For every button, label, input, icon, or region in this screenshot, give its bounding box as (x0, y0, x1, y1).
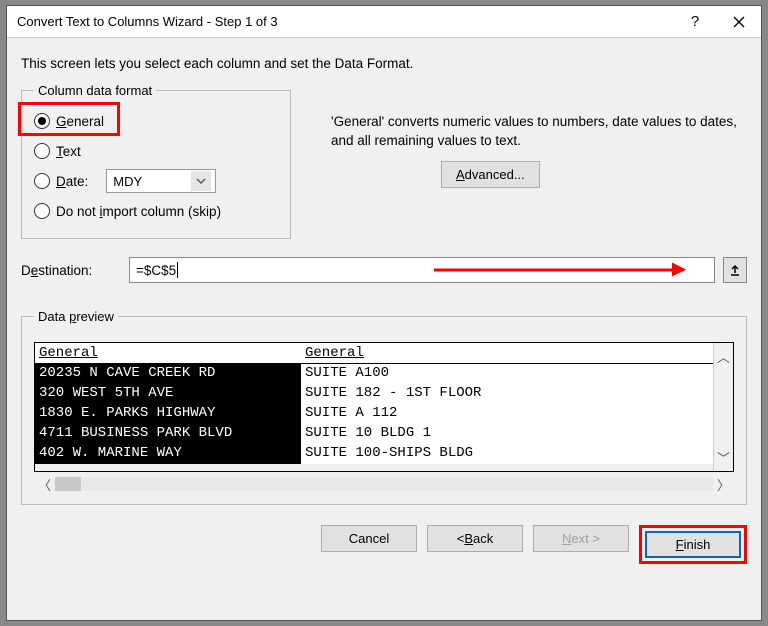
radio-icon (34, 173, 50, 189)
advanced-button[interactable]: Advanced... (441, 161, 540, 188)
scroll-up-icon: ︿ (717, 347, 730, 366)
collapse-icon (729, 264, 741, 276)
radio-date[interactable]: Date: MDY (34, 166, 278, 196)
column-data-format-group: Column data format General Text Date: MD… (21, 83, 291, 239)
radio-icon (34, 143, 50, 159)
close-icon (733, 16, 745, 28)
preview-cell: 20235 N CAVE CREEK RD (35, 364, 301, 384)
destination-input[interactable]: =$C$5 (129, 257, 715, 283)
close-button[interactable] (717, 6, 761, 38)
preview-col2-header: General (301, 343, 713, 364)
date-format-combo[interactable]: MDY (106, 169, 216, 193)
radio-text[interactable]: Text (34, 136, 278, 166)
preview-cell: SUITE A100 (301, 364, 713, 384)
finish-button[interactable]: Finish (645, 531, 741, 558)
scroll-down-icon: ﹀ (717, 448, 730, 467)
preview-horizontal-scrollbar[interactable]: 〈 〉 (34, 474, 734, 494)
preview-cell: 402 W. MARINE WAY (35, 444, 301, 464)
preview-col1-header: General (35, 343, 301, 364)
preview-cell: 4711 BUSINESS PARK BLVD (35, 424, 301, 444)
cancel-button[interactable]: Cancel (321, 525, 417, 552)
preview-cell: SUITE 10 BLDG 1 (301, 424, 713, 444)
date-format-value: MDY (113, 174, 142, 189)
data-preview-group: Data preview General 20235 N CAVE CREEK … (21, 309, 747, 505)
radio-skip[interactable]: Do not import column (skip) (34, 196, 278, 226)
button-bar: Cancel < Back Next > Finish (21, 525, 747, 564)
preview-cell: SUITE 182 - 1ST FLOOR (301, 384, 713, 404)
dialog-title: Convert Text to Columns Wizard - Step 1 … (17, 14, 673, 29)
collapse-dialog-button[interactable] (723, 257, 747, 283)
annotation-highlight-finish: Finish (639, 525, 747, 564)
titlebar: Convert Text to Columns Wizard - Step 1 … (7, 6, 761, 38)
format-description: 'General' converts numeric values to num… (311, 113, 747, 151)
preview-column-2[interactable]: General SUITE A100 SUITE 182 - 1ST FLOOR… (301, 343, 713, 471)
annotation-arrow (434, 269, 684, 272)
next-button: Next > (533, 525, 629, 552)
screen-description: This screen lets you select each column … (21, 56, 747, 71)
preview-vertical-scrollbar[interactable]: ︿ ﹀ (713, 343, 733, 471)
preview-legend: Data preview (34, 309, 118, 324)
scroll-right-icon: 〉 (717, 475, 730, 494)
radio-general[interactable]: General (34, 106, 278, 136)
destination-label: Destination: (21, 263, 121, 278)
preview-cell: SUITE A 112 (301, 404, 713, 424)
help-button[interactable]: ? (673, 6, 717, 38)
scroll-left-icon: 〈 (38, 475, 51, 494)
radio-icon (34, 113, 50, 129)
preview-cell: 1830 E. PARKS HIGHWAY (35, 404, 301, 424)
radio-icon (34, 203, 50, 219)
preview-table[interactable]: General 20235 N CAVE CREEK RD 320 WEST 5… (34, 342, 734, 472)
wizard-dialog: Convert Text to Columns Wizard - Step 1 … (6, 5, 762, 621)
destination-value: =$C$5 (136, 263, 176, 278)
preview-cell: 320 WEST 5TH AVE (35, 384, 301, 404)
scroll-thumb[interactable] (55, 477, 81, 491)
back-button[interactable]: < Back (427, 525, 523, 552)
column-format-legend: Column data format (34, 83, 156, 98)
chevron-down-icon (191, 171, 211, 191)
preview-column-1[interactable]: General 20235 N CAVE CREEK RD 320 WEST 5… (35, 343, 301, 471)
preview-cell: SUITE 100-SHIPS BLDG (301, 444, 713, 464)
